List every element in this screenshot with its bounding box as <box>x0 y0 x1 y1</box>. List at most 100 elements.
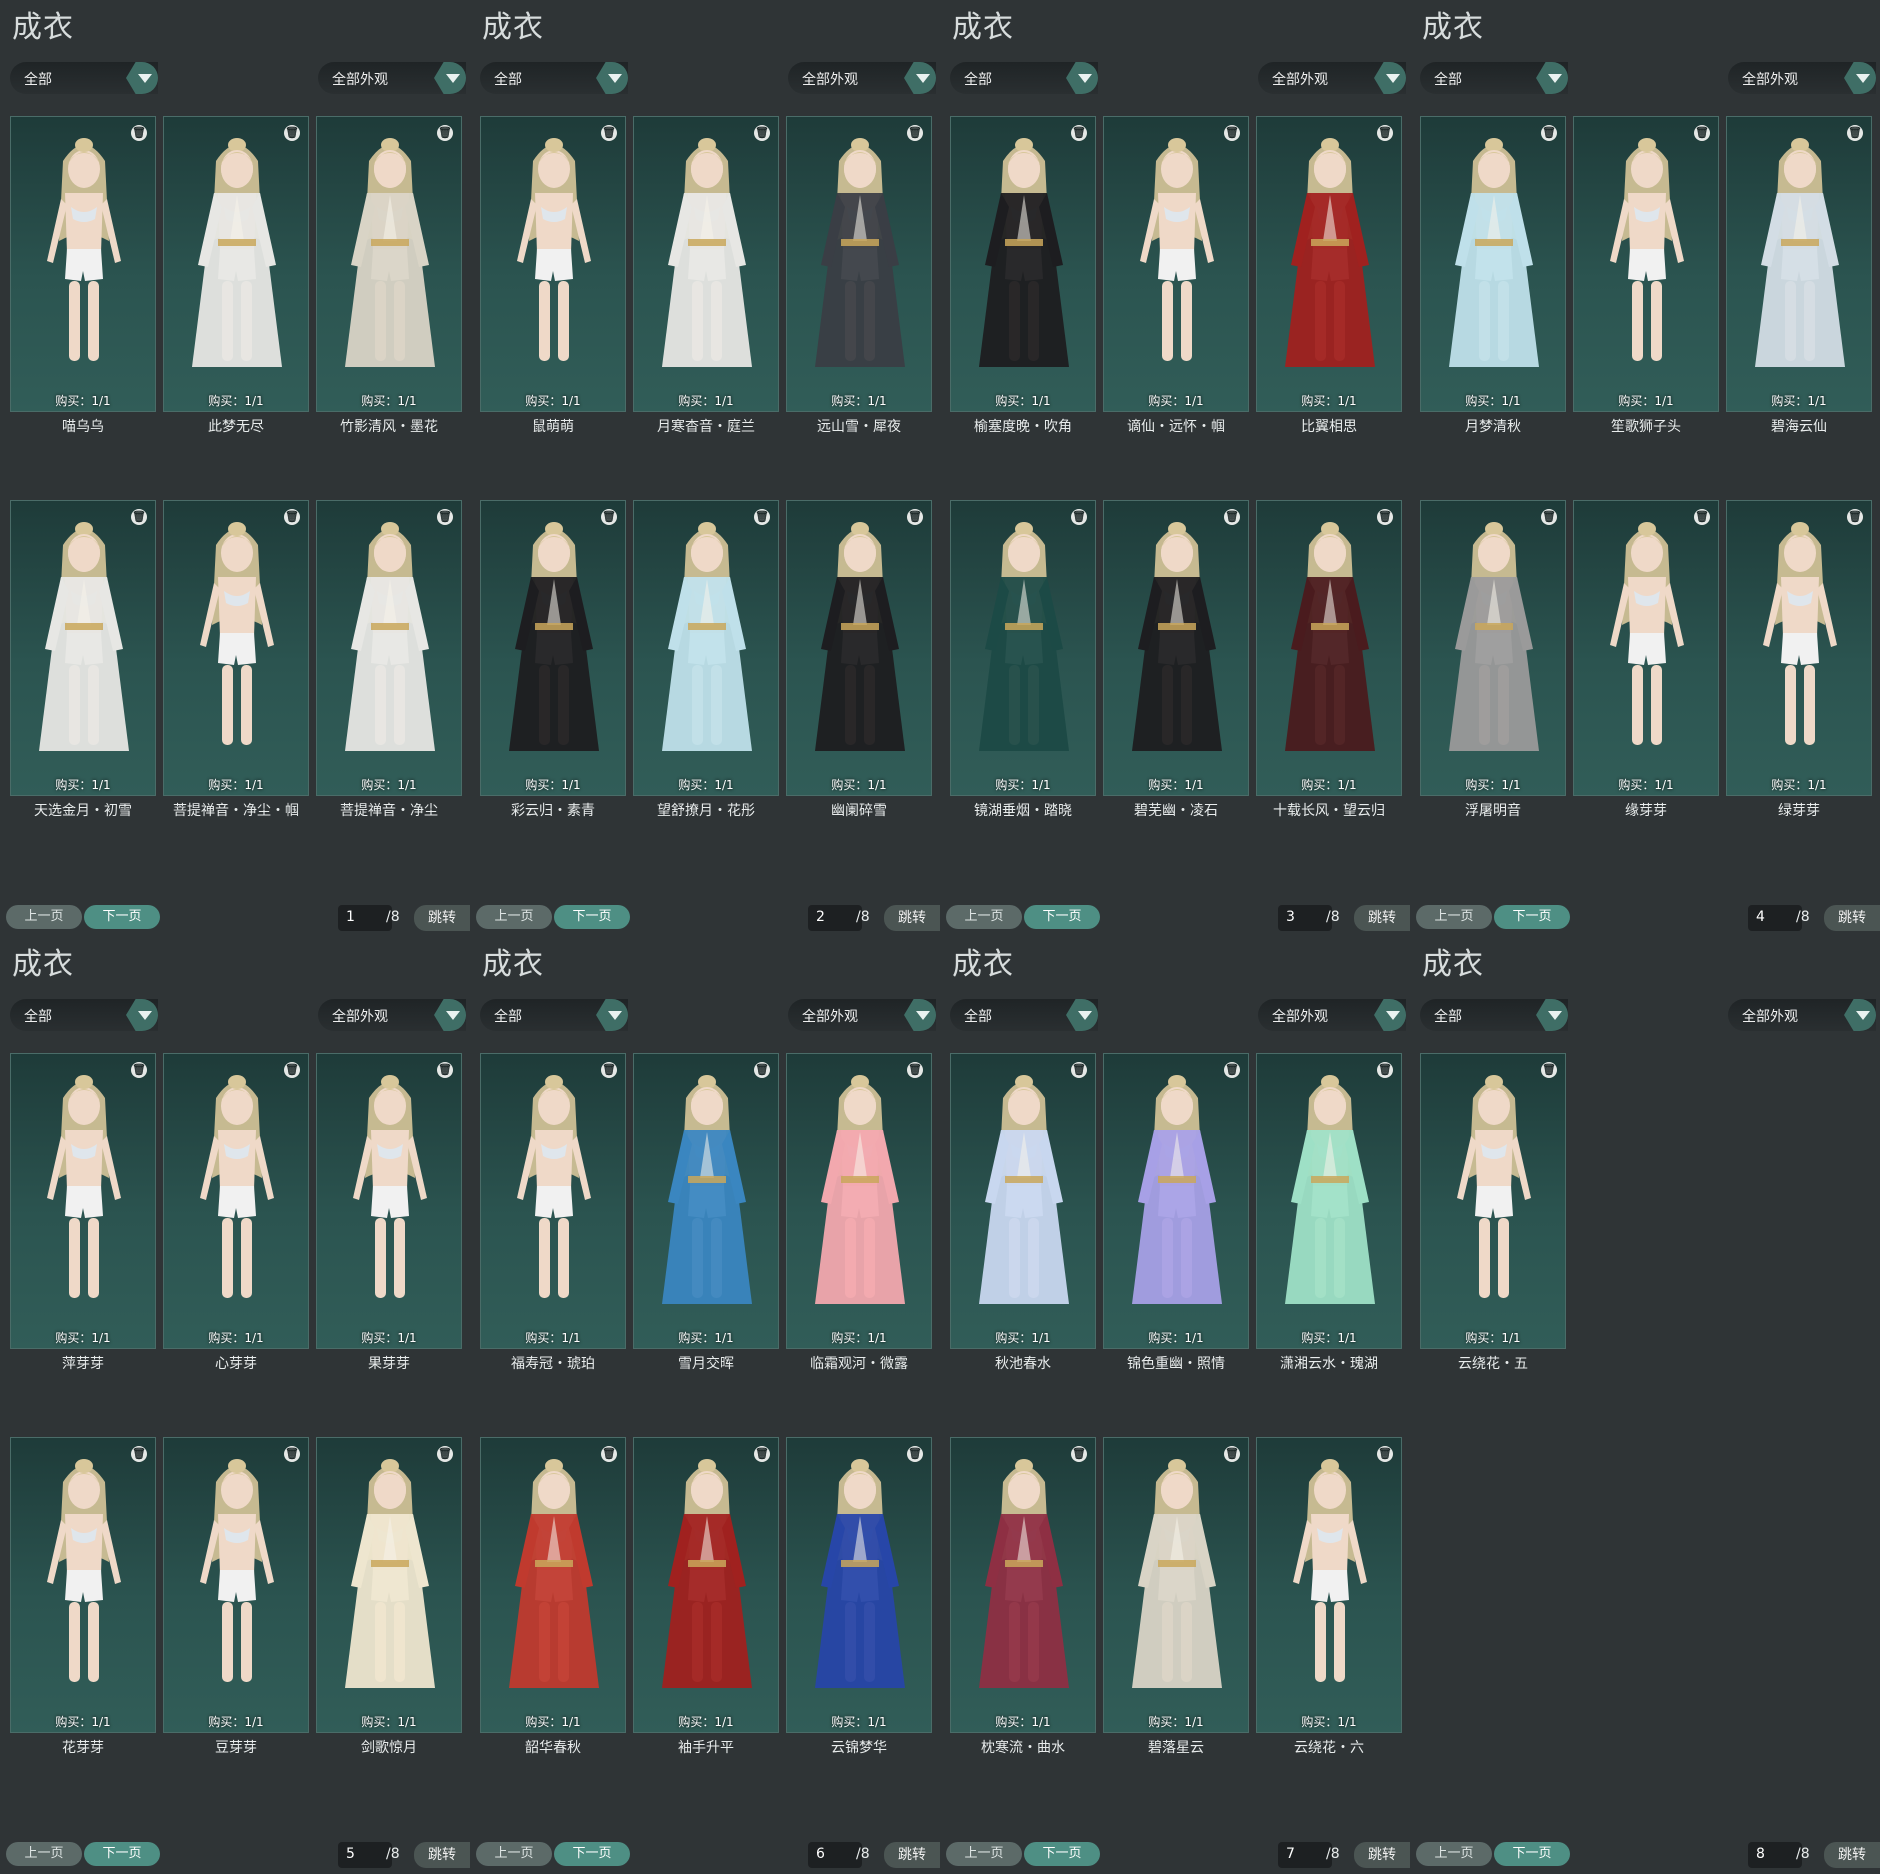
chevron-down-icon[interactable] <box>1374 62 1406 94</box>
page-number-input[interactable]: 4 <box>1748 905 1802 931</box>
trash-icon[interactable]: 🗑 <box>601 1062 617 1078</box>
appearance-filter-dropdown[interactable]: 全部外观 <box>1728 62 1876 94</box>
outfit-card[interactable]: 🗑 购买：1/1 <box>1420 116 1566 412</box>
page-number-input[interactable]: 8 <box>1748 1842 1802 1868</box>
trash-icon[interactable]: 🗑 <box>1847 125 1863 141</box>
outfit-card[interactable]: 🗑 购买：1/1 <box>1256 500 1402 796</box>
appearance-filter-dropdown[interactable]: 全部外观 <box>1728 999 1876 1031</box>
trash-icon[interactable]: 🗑 <box>1224 1062 1240 1078</box>
trash-icon[interactable]: 🗑 <box>1071 509 1087 525</box>
jump-button[interactable]: 跳转 <box>884 905 940 931</box>
chevron-down-icon[interactable] <box>1844 999 1876 1031</box>
category-filter-dropdown[interactable]: 全部 <box>480 999 628 1031</box>
trash-icon[interactable]: 🗑 <box>1224 125 1240 141</box>
appearance-filter-dropdown[interactable]: 全部外观 <box>788 999 936 1031</box>
prev-page-button[interactable]: 上一页 <box>1416 905 1492 929</box>
appearance-filter-dropdown[interactable]: 全部外观 <box>788 62 936 94</box>
outfit-card[interactable]: 🗑 购买：1/1 <box>316 1053 462 1349</box>
outfit-card[interactable]: 🗑 购买：1/1 <box>786 116 932 412</box>
trash-icon[interactable]: 🗑 <box>1694 509 1710 525</box>
outfit-card[interactable]: 🗑 购买：1/1 <box>1103 1437 1249 1733</box>
trash-icon[interactable]: 🗑 <box>601 509 617 525</box>
outfit-card[interactable]: 🗑 购买：1/1 <box>786 1053 932 1349</box>
trash-icon[interactable]: 🗑 <box>907 1446 923 1462</box>
jump-button[interactable]: 跳转 <box>1824 1842 1880 1868</box>
prev-page-button[interactable]: 上一页 <box>476 1842 552 1866</box>
outfit-card[interactable]: 🗑 购买：1/1 <box>633 1437 779 1733</box>
chevron-down-icon[interactable] <box>596 62 628 94</box>
category-filter-dropdown[interactable]: 全部 <box>950 999 1098 1031</box>
chevron-down-icon[interactable] <box>1066 62 1098 94</box>
page-number-input[interactable]: 7 <box>1278 1842 1332 1868</box>
outfit-card[interactable]: 🗑 购买：1/1 <box>1103 116 1249 412</box>
trash-icon[interactable]: 🗑 <box>437 1062 453 1078</box>
trash-icon[interactable]: 🗑 <box>1224 1446 1240 1462</box>
chevron-down-icon[interactable] <box>596 999 628 1031</box>
trash-icon[interactable]: 🗑 <box>601 1446 617 1462</box>
chevron-down-icon[interactable] <box>126 999 158 1031</box>
category-filter-dropdown[interactable]: 全部 <box>10 999 158 1031</box>
page-number-input[interactable]: 3 <box>1278 905 1332 931</box>
trash-icon[interactable]: 🗑 <box>1071 1446 1087 1462</box>
outfit-card[interactable]: 🗑 购买：1/1 <box>633 1053 779 1349</box>
prev-page-button[interactable]: 上一页 <box>476 905 552 929</box>
outfit-card[interactable]: 🗑 购买：1/1 <box>480 116 626 412</box>
outfit-card[interactable]: 🗑 购买：1/1 <box>950 500 1096 796</box>
outfit-card[interactable]: 🗑 购买：1/1 <box>316 500 462 796</box>
chevron-down-icon[interactable] <box>126 62 158 94</box>
category-filter-dropdown[interactable]: 全部 <box>480 62 628 94</box>
category-filter-dropdown[interactable]: 全部 <box>950 62 1098 94</box>
outfit-card[interactable]: 🗑 购买：1/1 <box>1573 500 1719 796</box>
trash-icon[interactable]: 🗑 <box>284 125 300 141</box>
trash-icon[interactable]: 🗑 <box>1071 125 1087 141</box>
trash-icon[interactable]: 🗑 <box>437 125 453 141</box>
jump-button[interactable]: 跳转 <box>884 1842 940 1868</box>
prev-page-button[interactable]: 上一页 <box>946 1842 1022 1866</box>
prev-page-button[interactable]: 上一页 <box>6 1842 82 1866</box>
prev-page-button[interactable]: 上一页 <box>6 905 82 929</box>
chevron-down-icon[interactable] <box>434 999 466 1031</box>
outfit-card[interactable]: 🗑 购买：1/1 <box>1256 1053 1402 1349</box>
next-page-button[interactable]: 下一页 <box>1494 1842 1570 1866</box>
category-filter-dropdown[interactable]: 全部 <box>1420 999 1568 1031</box>
next-page-button[interactable]: 下一页 <box>84 905 160 929</box>
next-page-button[interactable]: 下一页 <box>84 1842 160 1866</box>
trash-icon[interactable]: 🗑 <box>1377 125 1393 141</box>
outfit-card[interactable]: 🗑 购买：1/1 <box>1573 116 1719 412</box>
trash-icon[interactable]: 🗑 <box>907 125 923 141</box>
trash-icon[interactable]: 🗑 <box>754 1062 770 1078</box>
outfit-card[interactable]: 🗑 购买：1/1 <box>950 1053 1096 1349</box>
outfit-card[interactable]: 🗑 购买：1/1 <box>786 1437 932 1733</box>
trash-icon[interactable]: 🗑 <box>437 1446 453 1462</box>
trash-icon[interactable]: 🗑 <box>754 125 770 141</box>
chevron-down-icon[interactable] <box>1374 999 1406 1031</box>
outfit-card[interactable]: 🗑 购买：1/1 <box>950 1437 1096 1733</box>
page-number-input[interactable]: 1 <box>338 905 392 931</box>
next-page-button[interactable]: 下一页 <box>1494 905 1570 929</box>
trash-icon[interactable]: 🗑 <box>1377 1446 1393 1462</box>
trash-icon[interactable]: 🗑 <box>131 1446 147 1462</box>
jump-button[interactable]: 跳转 <box>414 905 470 931</box>
outfit-card[interactable]: 🗑 购买：1/1 <box>1420 1053 1566 1349</box>
chevron-down-icon[interactable] <box>904 62 936 94</box>
page-number-input[interactable]: 6 <box>808 1842 862 1868</box>
trash-icon[interactable]: 🗑 <box>1377 509 1393 525</box>
trash-icon[interactable]: 🗑 <box>284 509 300 525</box>
trash-icon[interactable]: 🗑 <box>437 509 453 525</box>
prev-page-button[interactable]: 上一页 <box>946 905 1022 929</box>
trash-icon[interactable]: 🗑 <box>754 509 770 525</box>
outfit-card[interactable]: 🗑 购买：1/1 <box>316 1437 462 1733</box>
outfit-card[interactable]: 🗑 购买：1/1 <box>10 500 156 796</box>
outfit-card[interactable]: 🗑 购买：1/1 <box>633 116 779 412</box>
jump-button[interactable]: 跳转 <box>1354 1842 1410 1868</box>
appearance-filter-dropdown[interactable]: 全部外观 <box>318 999 466 1031</box>
next-page-button[interactable]: 下一页 <box>554 1842 630 1866</box>
trash-icon[interactable]: 🗑 <box>1541 509 1557 525</box>
trash-icon[interactable]: 🗑 <box>1541 125 1557 141</box>
outfit-card[interactable]: 🗑 购买：1/1 <box>1420 500 1566 796</box>
jump-button[interactable]: 跳转 <box>1354 905 1410 931</box>
outfit-card[interactable]: 🗑 购买：1/1 <box>163 116 309 412</box>
trash-icon[interactable]: 🗑 <box>284 1062 300 1078</box>
outfit-card[interactable]: 🗑 购买：1/1 <box>163 1437 309 1733</box>
outfit-card[interactable]: 🗑 购买：1/1 <box>10 1053 156 1349</box>
